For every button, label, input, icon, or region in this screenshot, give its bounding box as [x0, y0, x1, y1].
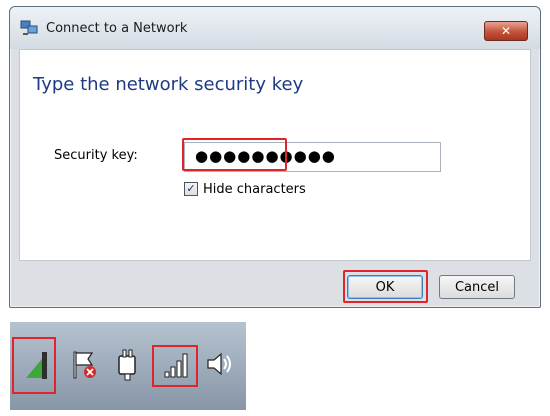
checkmark-icon: ✓	[186, 182, 196, 195]
window-title: Connect to a Network	[46, 21, 188, 36]
close-button[interactable]: ✕	[484, 21, 528, 41]
system-tray	[10, 322, 246, 410]
connect-network-dialog: Connect to a Network ✕ Type the network …	[9, 6, 541, 308]
action-center-flag-icon[interactable]	[68, 344, 100, 384]
hide-characters-checkbox[interactable]: ✓	[184, 182, 198, 196]
close-icon: ✕	[500, 24, 512, 38]
title-bar: Connect to a Network ✕	[10, 7, 540, 49]
security-key-label: Security key:	[54, 148, 138, 163]
ok-button-highlight	[343, 270, 428, 303]
security-key-highlight	[182, 138, 287, 171]
hide-characters-label: Hide characters	[203, 181, 306, 197]
hide-characters-option[interactable]: ✓ Hide characters	[184, 181, 306, 197]
signal-bars-highlight	[152, 345, 198, 387]
page-heading: Type the network security key	[33, 74, 304, 95]
speaker-icon[interactable]	[204, 344, 236, 384]
content-panel: Type the network security key Security k…	[19, 49, 531, 261]
network-icon	[20, 20, 38, 35]
network-plug-icon[interactable]	[112, 344, 144, 384]
cancel-button[interactable]: Cancel	[439, 275, 515, 299]
wireless-signal-highlight	[12, 337, 56, 394]
